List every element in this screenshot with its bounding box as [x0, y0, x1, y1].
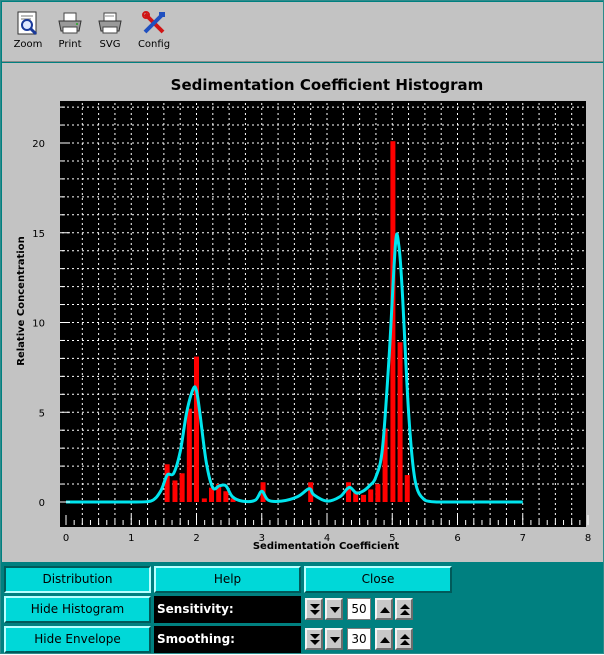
- smoothing-fast-increase-button[interactable]: [395, 628, 413, 650]
- print-label: Print: [58, 39, 82, 50]
- smoothing-value[interactable]: 30: [347, 628, 371, 650]
- plot-frame: Sedimentation Coefficient Histogram 0123…: [2, 63, 603, 562]
- y-tick-label: 5: [39, 408, 45, 419]
- sensitivity-label: Sensitivity:: [154, 596, 301, 623]
- sensitivity-value[interactable]: 50: [347, 598, 371, 620]
- y-tick-label: 15: [32, 229, 45, 240]
- double-up-arrow-icon: [400, 604, 410, 615]
- histogram-bar: [368, 489, 374, 502]
- plot-toolbar: Zoom Print SVG Config: [2, 2, 603, 62]
- print-tool[interactable]: Print: [50, 10, 90, 56]
- histogram-bar: [179, 473, 185, 502]
- sensitivity-fast-increase-button[interactable]: [395, 598, 413, 620]
- histogram-chart: Sedimentation Coefficient Histogram 0123…: [16, 76, 591, 552]
- x-axis-label: Sedimentation Coefficient: [253, 541, 399, 552]
- svg-label: SVG: [99, 39, 121, 50]
- plot-area: [60, 101, 586, 527]
- hide-histogram-button[interactable]: Hide Histogram: [4, 596, 151, 623]
- histogram-bar: [346, 482, 352, 502]
- x-tick-label: 8: [585, 533, 591, 544]
- smoothing-label: Smoothing:: [154, 626, 301, 653]
- config-tools-icon: [142, 11, 165, 34]
- histogram-bar: [397, 342, 403, 502]
- svg-tool[interactable]: SVG: [90, 10, 130, 56]
- chart-title: Sedimentation Coefficient Histogram: [171, 76, 484, 94]
- x-tick-label: 1: [128, 533, 134, 544]
- down-arrow-icon: [330, 637, 340, 643]
- zoom-label: Zoom: [13, 39, 43, 50]
- x-tick-label: 2: [193, 533, 199, 544]
- histogram-bar: [375, 484, 381, 502]
- hide-envelope-button[interactable]: Hide Envelope: [4, 626, 151, 653]
- sensitivity-increase-button[interactable]: [375, 598, 393, 620]
- up-arrow-icon: [380, 637, 390, 643]
- x-tick-label: 6: [454, 533, 460, 544]
- smoothing-increase-button[interactable]: [375, 628, 393, 650]
- x-tick-label: 7: [520, 533, 526, 544]
- printer-icon: [58, 12, 82, 34]
- sensitivity-decrease-button[interactable]: [325, 598, 343, 620]
- config-label: Config: [137, 39, 171, 50]
- zoom-icon: [17, 11, 38, 36]
- histogram-bar: [201, 498, 207, 502]
- down-arrow-icon: [330, 607, 340, 613]
- svg-export-icon: [98, 12, 122, 34]
- double-up-arrow-icon: [400, 634, 410, 645]
- y-tick-label: 10: [32, 319, 45, 330]
- help-button[interactable]: Help: [154, 566, 301, 593]
- y-tick-label: 0: [39, 498, 45, 509]
- config-tool[interactable]: Config: [134, 10, 174, 56]
- smoothing-decrease-button[interactable]: [325, 628, 343, 650]
- histogram-bar: [186, 408, 192, 502]
- controls-panel: Distribution Help Close Hide Histogram S…: [1, 563, 604, 655]
- zoom-tool[interactable]: Zoom: [8, 10, 48, 56]
- y-tick-label: 20: [32, 139, 45, 150]
- y-axis-label: Relative Concentration: [16, 236, 27, 365]
- histogram-window: Zoom Print SVG Config Sedimentation Coef…: [0, 0, 604, 654]
- double-down-arrow-icon: [310, 604, 320, 615]
- close-button[interactable]: Close: [304, 566, 452, 593]
- sensitivity-fast-decrease-button[interactable]: [305, 598, 323, 620]
- histogram-bar: [194, 356, 199, 502]
- histogram-bar: [223, 491, 229, 502]
- distribution-button[interactable]: Distribution: [4, 566, 151, 593]
- x-tick-label: 0: [63, 533, 69, 544]
- double-down-arrow-icon: [310, 634, 320, 645]
- histogram-bar: [404, 475, 410, 502]
- smoothing-fast-decrease-button[interactable]: [305, 628, 323, 650]
- histogram-bar: [361, 494, 367, 502]
- histogram-bar: [172, 480, 178, 502]
- up-arrow-icon: [380, 607, 390, 613]
